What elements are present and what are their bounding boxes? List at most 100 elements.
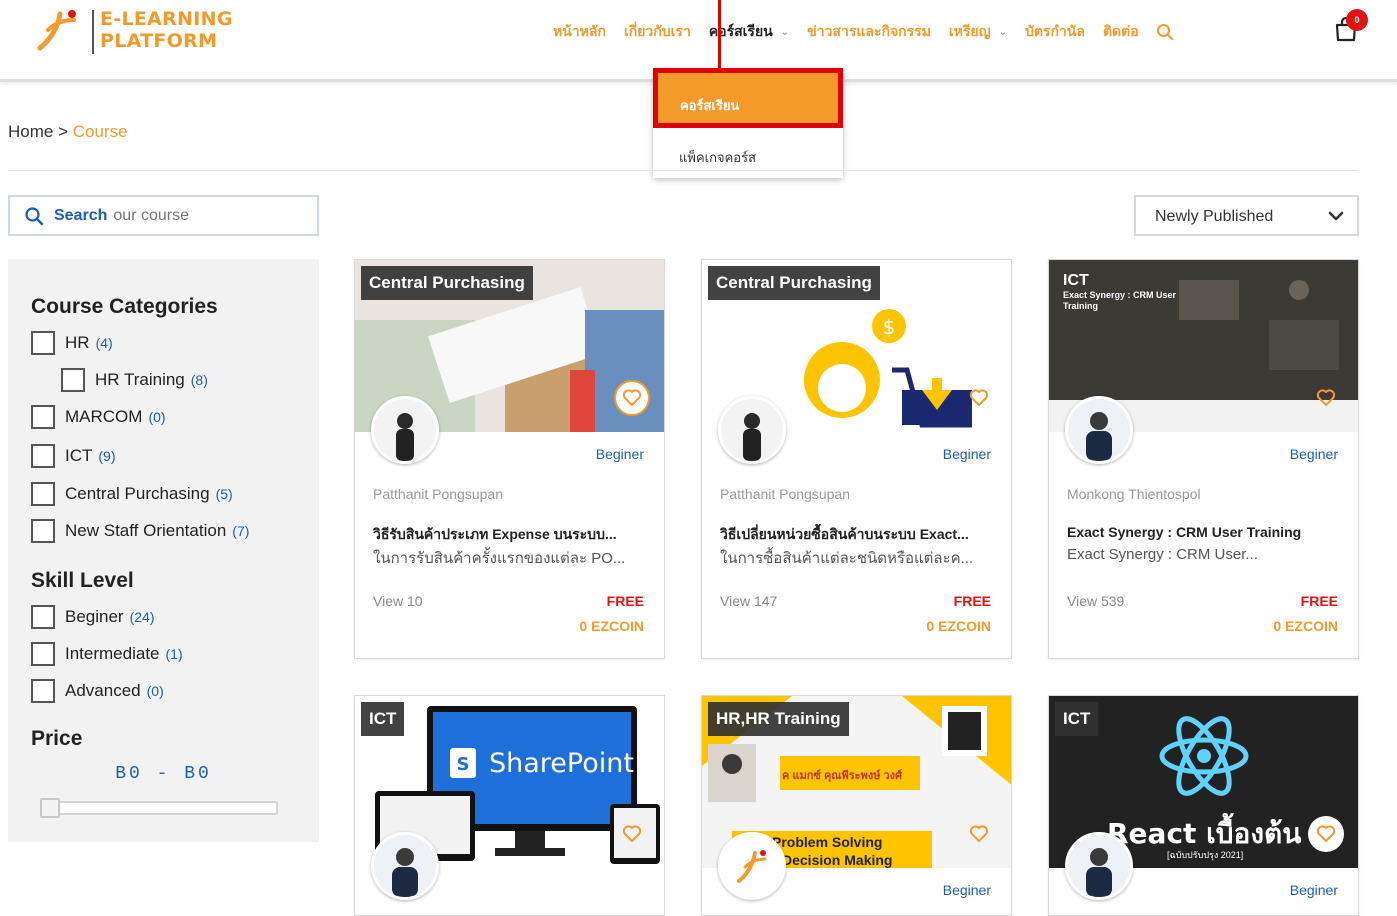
coin-price: 0 EZCOIN <box>579 618 644 634</box>
course-title[interactable]: Exact Synergy : CRM User Training <box>1067 524 1342 540</box>
course-card[interactable]: S SharePoint ICT <box>354 695 665 916</box>
checkbox[interactable] <box>31 331 55 355</box>
view-count: View 147 <box>720 593 778 609</box>
coin-price: 0 EZCOIN <box>1273 618 1338 634</box>
course-card[interactable]: $ Central Purchasing Beginer Patthanit P… <box>701 259 1012 659</box>
chevron-down-icon <box>1328 211 1344 221</box>
checkbox[interactable] <box>31 444 55 468</box>
favorite-button[interactable] <box>961 380 997 416</box>
filter-label: MARCOM <box>65 407 143 426</box>
view-count: View 10 <box>373 593 423 609</box>
category-filter-ict[interactable]: ICT (9) <box>31 444 116 468</box>
category-filter-new-staff[interactable]: New Staff Orientation (7) <box>31 519 249 543</box>
logo-mark-icon <box>37 10 76 51</box>
skill-level: Beginer <box>942 446 991 462</box>
checkbox[interactable] <box>31 405 55 429</box>
filter-count: (9) <box>98 448 116 464</box>
heart-icon <box>622 825 642 842</box>
favorite-button[interactable] <box>614 816 650 852</box>
checkbox[interactable] <box>31 679 55 703</box>
nav-item-news[interactable]: ข่าวสารและกิจกรรม <box>807 21 931 43</box>
category-label: ICT <box>361 702 405 736</box>
course-search-box[interactable]: Search <box>8 195 319 236</box>
course-title[interactable]: วิธีรับสินค้าประเภท Expense บนระบบ... <box>373 524 648 546</box>
price-label: FREE <box>953 593 991 609</box>
favorite-button[interactable] <box>1308 380 1344 416</box>
filter-label: ICT <box>65 446 93 465</box>
logo-line1: E-LEARNING <box>100 8 233 30</box>
cart-count-badge: 0 <box>1346 9 1368 31</box>
skill-level-title: Skill Level <box>31 569 134 592</box>
svg-text:$: $ <box>883 315 896 339</box>
dropdown-item-courses[interactable]: คอร์สเรียน <box>653 68 843 128</box>
filter-label: Beginer <box>65 607 124 626</box>
logo-line2: PLATFORM <box>100 30 218 52</box>
course-description: Exact Synergy : CRM User... <box>1067 546 1258 563</box>
filter-count: (24) <box>129 609 155 625</box>
thumbnail-caption: Problem Solving <box>772 834 883 850</box>
category-label: Central Purchasing <box>708 266 880 300</box>
category-label: ICT <box>1055 702 1099 736</box>
course-card[interactable]: Central Purchasing Beginer Patthanit Pon… <box>354 259 665 659</box>
checkbox[interactable] <box>31 642 55 666</box>
heart-icon <box>1316 389 1336 406</box>
search-icon[interactable] <box>1155 22 1175 42</box>
nav-label: หน้าหลัก <box>553 24 606 40</box>
favorite-button[interactable] <box>614 380 650 416</box>
course-card[interactable]: HR,HR Training ค แมกซ์ คุณพีระพงษ์ วงศ์ … <box>701 695 1012 916</box>
avatar <box>371 832 439 900</box>
chevron-down-icon: ⌄ <box>998 26 1007 38</box>
skill-filter-beginer[interactable]: Beginer (24) <box>31 605 155 629</box>
course-card[interactable]: ICT React เบื้องต้น [ฉบับปรับปรุง 2021] … <box>1048 695 1359 916</box>
dropdown-item-packages[interactable]: แพ็คเกจคอร์ส <box>653 134 843 174</box>
price-slider-track[interactable] <box>40 801 278 815</box>
category-filter-hr-training[interactable]: HR Training (8) <box>61 368 208 392</box>
divider <box>8 170 1358 171</box>
instructor-photo <box>1068 399 1130 461</box>
category-filter-marcom[interactable]: MARCOM (0) <box>31 405 166 429</box>
skill-filter-advanced[interactable]: Advanced (0) <box>31 679 164 703</box>
price-slider-handle[interactable] <box>40 798 60 818</box>
heart-icon <box>1316 825 1336 842</box>
filter-count: (4) <box>95 335 113 351</box>
chevron-down-icon: ⌄ <box>780 26 790 38</box>
checkbox[interactable] <box>31 482 55 506</box>
nav-item-about[interactable]: เกี่ยวกับเรา <box>624 21 691 43</box>
category-filter-central-purchasing[interactable]: Central Purchasing (5) <box>31 482 233 506</box>
site-logo[interactable]: E-LEARNING PLATFORM <box>34 8 244 58</box>
nav-item-contact[interactable]: ติดต่อ <box>1103 21 1139 43</box>
filter-sidebar: Course Categories HR (4) HR Training (8) M… <box>8 259 319 842</box>
nav-item-home[interactable]: หน้าหลัก <box>553 21 606 43</box>
filter-count: (1) <box>165 646 183 662</box>
checkbox[interactable] <box>31 519 55 543</box>
heart-icon <box>622 389 642 406</box>
nav-item-coins[interactable]: เหรียญ ⌄ <box>949 21 1007 43</box>
instructor-name: Monkong Thientospol <box>1067 486 1201 502</box>
search-label: Search <box>54 206 108 224</box>
nav-label: เกี่ยวกับเรา <box>623 24 691 40</box>
nav-item-vouchers[interactable]: บัตรกำนัล <box>1025 21 1085 43</box>
filter-label: Advanced <box>65 681 141 700</box>
filter-count: (7) <box>232 523 250 539</box>
checkbox[interactable] <box>61 368 85 392</box>
logo-text: E-LEARNING PLATFORM <box>100 8 233 52</box>
categories-title: Course Categories <box>31 295 218 318</box>
filter-count: (5) <box>215 486 233 502</box>
course-title[interactable]: วิธีเปลี่ยนหน่วยซื้อสินค้าบนระบบ Exact..… <box>720 524 995 546</box>
favorite-button[interactable] <box>961 816 997 852</box>
sort-select[interactable]: Newly Published <box>1134 195 1359 236</box>
courses-dropdown: คอร์สเรียน แพ็คเกจคอร์ส <box>653 68 843 178</box>
avatar <box>1065 396 1133 464</box>
checkbox[interactable] <box>31 605 55 629</box>
price-label: FREE <box>606 593 644 609</box>
instructor-photo <box>374 835 436 897</box>
skill-filter-intermediate[interactable]: Intermediate (1) <box>31 642 183 666</box>
nav-label: ข่าวสารและกิจกรรม <box>807 24 931 40</box>
favorite-button[interactable] <box>1308 816 1344 852</box>
course-card[interactable]: ICT Exact Synergy : CRM User Training Be… <box>1048 259 1359 659</box>
instructor-name: Patthanit Pongsupan <box>720 486 850 502</box>
category-filter-hr[interactable]: HR (4) <box>31 331 113 355</box>
breadcrumb-home[interactable]: Home <box>8 122 53 141</box>
search-input[interactable] <box>113 206 314 225</box>
annotation-line <box>718 0 721 68</box>
